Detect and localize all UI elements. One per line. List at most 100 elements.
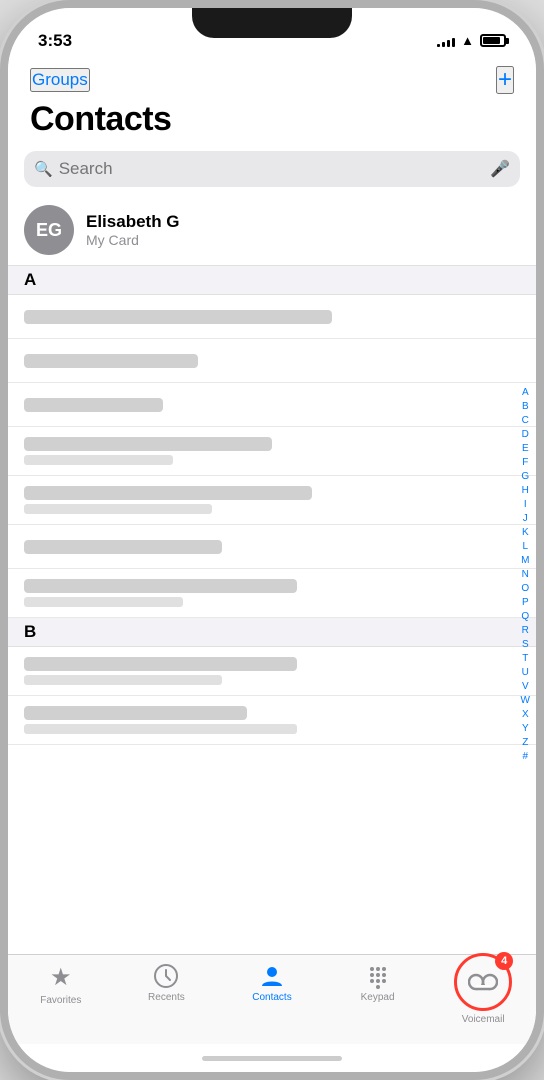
contact-name-blur — [24, 354, 198, 368]
contact-row[interactable] — [8, 647, 536, 696]
contact-name-blur — [24, 486, 312, 500]
battery-icon — [480, 34, 506, 47]
page-title: Contacts — [30, 100, 514, 139]
screen: 3:53 ▲ Groups + Contacts — [8, 8, 536, 1072]
wifi-icon: ▲ — [461, 33, 474, 48]
contact-name-blur — [24, 579, 297, 593]
page-header: Contacts — [8, 98, 536, 147]
contact-row[interactable] — [8, 339, 536, 383]
alpha-f[interactable]: F — [518, 456, 532, 470]
add-contact-button[interactable]: + — [496, 66, 514, 94]
volume-down-button — [0, 244, 6, 288]
contact-detail-blur — [24, 504, 212, 514]
contact-row[interactable] — [8, 696, 536, 745]
alpha-k[interactable]: K — [518, 526, 533, 540]
alpha-b[interactable]: B — [518, 400, 533, 414]
contact-detail-blur — [24, 675, 222, 685]
alpha-s[interactable]: S — [518, 638, 533, 652]
alpha-y[interactable]: Y — [518, 722, 533, 736]
alpha-a[interactable]: A — [518, 386, 533, 400]
alpha-z[interactable]: Z — [518, 736, 532, 750]
alpha-p[interactable]: P — [518, 596, 533, 610]
contact-detail-blur — [24, 597, 183, 607]
contact-name-blur — [24, 398, 163, 412]
mic-icon: 🎤 — [490, 159, 510, 179]
contact-row[interactable] — [8, 476, 536, 525]
contact-name-blur — [24, 540, 222, 554]
contact-name-blur — [24, 437, 272, 451]
alphabet-index: A B C D E F G H I J K L M N O P Q R S T — [517, 195, 534, 954]
tab-contacts[interactable]: Contacts — [237, 963, 307, 1003]
section-header-b: B — [8, 618, 536, 647]
contact-row[interactable] — [8, 295, 536, 339]
alpha-q[interactable]: Q — [517, 610, 533, 624]
contacts-list: EG Elisabeth G My Card A — [8, 195, 536, 954]
alpha-n[interactable]: N — [518, 568, 533, 582]
contact-row[interactable] — [8, 427, 536, 476]
alpha-c[interactable]: C — [518, 414, 533, 428]
search-bar[interactable]: 🔍 🎤 — [24, 151, 520, 187]
signal-icon — [437, 35, 455, 47]
contact-row[interactable] — [8, 383, 536, 427]
alpha-o[interactable]: O — [517, 582, 533, 596]
tab-recents-label: Recents — [148, 992, 185, 1003]
nav-bar: Groups + — [8, 58, 536, 98]
alpha-hash[interactable]: # — [518, 750, 532, 764]
groups-button[interactable]: Groups — [30, 68, 90, 92]
voicemail-circle: 4 — [454, 953, 512, 1011]
alpha-v[interactable]: V — [518, 680, 533, 694]
alpha-t[interactable]: T — [518, 652, 532, 666]
voicemail-icon — [468, 972, 498, 992]
power-button — [538, 208, 544, 288]
alpha-j[interactable]: J — [519, 512, 532, 526]
alpha-l[interactable]: L — [518, 540, 532, 554]
my-card-label: My Card — [86, 232, 520, 248]
notch — [192, 8, 352, 38]
alpha-e[interactable]: E — [518, 442, 533, 456]
search-input[interactable] — [59, 159, 484, 179]
alpha-h[interactable]: H — [518, 484, 533, 498]
my-card-row[interactable]: EG Elisabeth G My Card — [8, 195, 536, 266]
alpha-w[interactable]: W — [517, 694, 534, 708]
contact-row[interactable] — [8, 525, 536, 569]
alpha-g[interactable]: G — [517, 470, 533, 484]
keypad-icon — [365, 963, 391, 989]
tab-favorites-label: Favorites — [40, 995, 81, 1006]
recents-icon — [153, 963, 179, 989]
my-card-info: Elisabeth G My Card — [86, 212, 520, 248]
tab-keypad-label: Keypad — [361, 992, 395, 1003]
phone-frame: 3:53 ▲ Groups + Contacts — [0, 0, 544, 1080]
tab-favorites[interactable]: ★ Favorites — [26, 963, 96, 1006]
content-area: EG Elisabeth G My Card A — [8, 195, 536, 954]
alpha-m[interactable]: M — [517, 554, 533, 568]
tab-recents[interactable]: Recents — [131, 963, 201, 1003]
alpha-i[interactable]: I — [520, 498, 531, 512]
alpha-u[interactable]: U — [518, 666, 533, 680]
search-icon: 🔍 — [34, 160, 53, 178]
tab-voicemail-label: Voicemail — [462, 1014, 505, 1025]
voicemail-badge: 4 — [495, 952, 513, 970]
contact-name-blur — [24, 657, 297, 671]
silent-switch — [0, 128, 6, 156]
alpha-r[interactable]: R — [518, 624, 533, 638]
contact-detail-blur — [24, 455, 173, 465]
section-header-a: A — [8, 266, 536, 295]
tab-keypad[interactable]: Keypad — [343, 963, 413, 1003]
tab-contacts-label: Contacts — [252, 992, 291, 1003]
contacts-icon — [259, 963, 285, 989]
alpha-d[interactable]: D — [518, 428, 533, 442]
tab-voicemail[interactable]: 4 Voicemail — [448, 963, 518, 1025]
alpha-x[interactable]: X — [518, 708, 533, 722]
contact-row[interactable] — [8, 569, 536, 618]
contact-detail-blur — [24, 724, 297, 734]
home-indicator — [8, 1044, 536, 1072]
status-icons: ▲ — [437, 33, 506, 48]
avatar: EG — [24, 205, 74, 255]
volume-up-button — [0, 188, 6, 232]
contact-name-blur — [24, 706, 247, 720]
tab-bar: ★ Favorites Recents Contacts — [8, 954, 536, 1044]
my-card-name: Elisabeth G — [86, 212, 520, 232]
favorites-icon: ★ — [50, 963, 72, 992]
home-bar — [202, 1056, 342, 1061]
contact-name-blur — [24, 310, 332, 324]
